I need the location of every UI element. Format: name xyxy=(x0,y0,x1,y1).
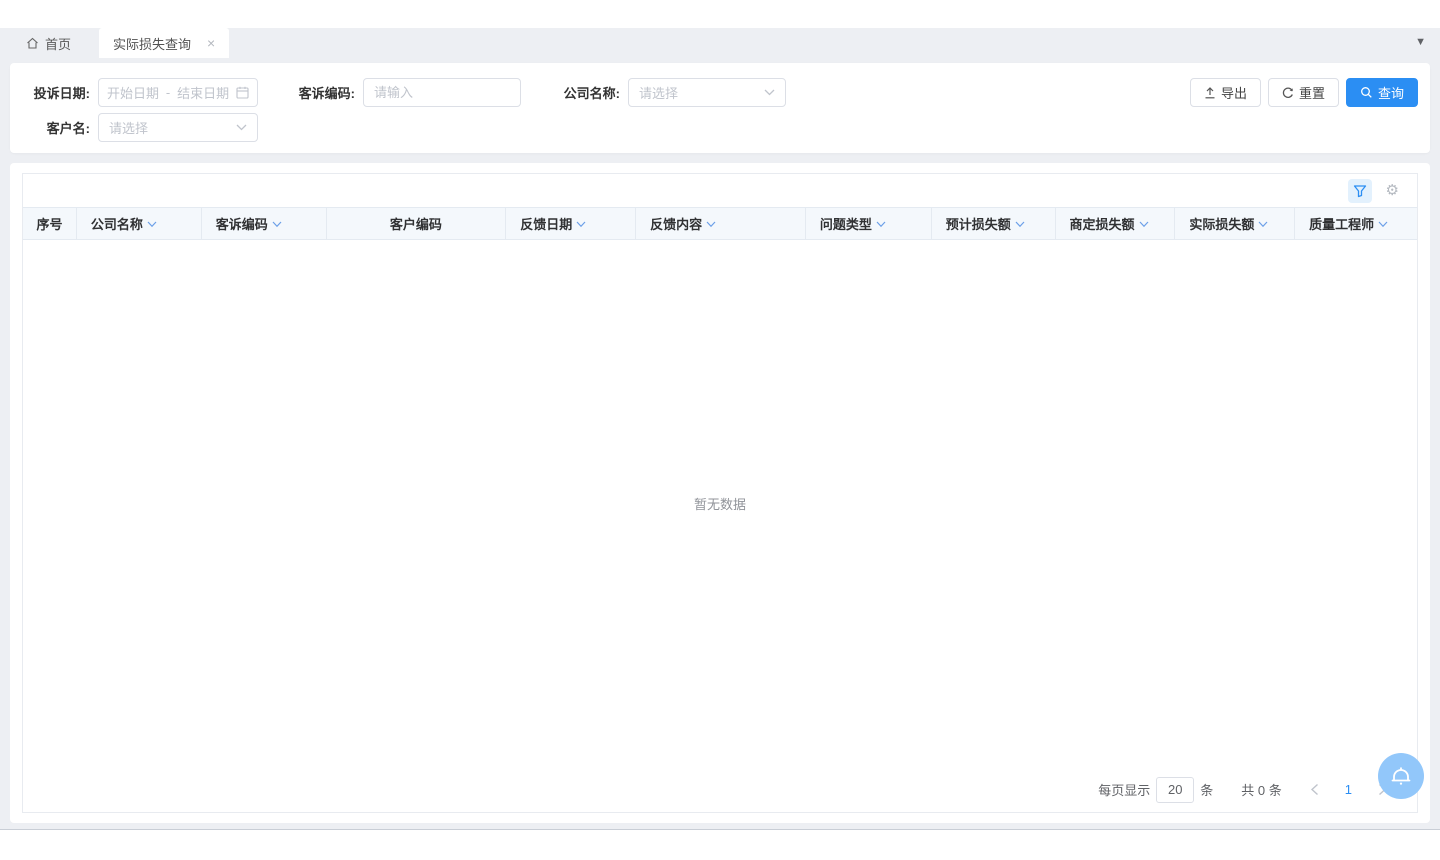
date-end-placeholder: 结束日期 xyxy=(177,83,229,102)
column-header-complaint-code[interactable]: 客诉编码 xyxy=(202,208,327,239)
customer-name-select[interactable]: 请选择 xyxy=(98,113,258,142)
search-icon xyxy=(1360,86,1373,99)
sort-caret-icon[interactable] xyxy=(272,221,282,228)
notification-bell-button[interactable] xyxy=(1378,753,1424,799)
column-header-problem-type[interactable]: 问题类型 xyxy=(806,208,932,239)
top-spacer xyxy=(0,0,1440,28)
table-container: ⚙ 序号 公司名称 客诉编码 客户编码 反馈日期 反馈内容 问题类型 预计损失额… xyxy=(22,173,1418,813)
column-header-actual-loss[interactable]: 实际损失额 xyxy=(1175,208,1295,239)
pagination-bar: 每页显示 条 共 0 条 1 xyxy=(23,767,1417,812)
gear-icon[interactable]: ⚙ xyxy=(1386,183,1399,198)
sort-caret-icon[interactable] xyxy=(576,221,586,228)
complaint-date-range-input[interactable]: 开始日期 - 结束日期 xyxy=(98,78,258,107)
customer-name-label: 客户名: xyxy=(10,118,98,137)
tab-home-label: 首页 xyxy=(45,34,71,53)
table-body: 暂无数据 xyxy=(23,240,1417,767)
total-count-text: 共 0 条 xyxy=(1241,780,1281,799)
query-button-label: 查询 xyxy=(1378,83,1404,102)
column-header-estimated-loss[interactable]: 预计损失额 xyxy=(932,208,1056,239)
column-header-customer-code: 客户编码 xyxy=(327,208,507,239)
table-header-row: 序号 公司名称 客诉编码 客户编码 反馈日期 反馈内容 问题类型 预计损失额 商… xyxy=(23,207,1417,240)
column-header-quality-engineer[interactable]: 质量工程师 xyxy=(1295,208,1417,239)
reset-button-label: 重置 xyxy=(1299,83,1325,102)
chevron-down-icon xyxy=(764,89,775,96)
export-button[interactable]: 导出 xyxy=(1190,78,1261,107)
sort-caret-icon[interactable] xyxy=(706,221,716,228)
tab-home[interactable]: 首页 xyxy=(10,28,87,58)
company-name-label: 公司名称: xyxy=(521,83,628,102)
sort-caret-icon[interactable] xyxy=(1139,221,1149,228)
column-header-company[interactable]: 公司名称 xyxy=(77,208,202,239)
sort-caret-icon[interactable] xyxy=(1378,221,1388,228)
table-toolbar: ⚙ xyxy=(23,174,1417,207)
empty-state-text: 暂无数据 xyxy=(694,494,746,513)
tab-actual-loss-query[interactable]: 实际损失查询 × xyxy=(99,28,229,58)
company-name-select[interactable]: 请选择 xyxy=(628,78,786,107)
sort-caret-icon[interactable] xyxy=(1258,221,1268,228)
per-page-prefix: 每页显示 xyxy=(1098,780,1150,799)
filter-icon[interactable] xyxy=(1348,179,1372,203)
date-separator: - xyxy=(166,85,170,100)
per-page-suffix: 条 xyxy=(1200,780,1213,799)
close-icon[interactable]: × xyxy=(207,35,215,51)
sort-caret-icon[interactable] xyxy=(147,221,157,228)
export-button-label: 导出 xyxy=(1221,83,1247,102)
column-header-seq: 序号 xyxy=(23,208,77,239)
tab-list-chevron-icon[interactable]: ▼ xyxy=(1415,36,1426,48)
home-icon xyxy=(26,37,39,50)
calendar-icon xyxy=(236,86,249,99)
column-header-feedback-date[interactable]: 反馈日期 xyxy=(506,208,636,239)
per-page-input[interactable] xyxy=(1156,777,1194,803)
prev-page-icon[interactable] xyxy=(1310,783,1319,796)
date-start-placeholder: 开始日期 xyxy=(107,83,159,102)
tab-bar: 首页 实际损失查询 × ▼ xyxy=(0,28,1440,58)
page-number[interactable]: 1 xyxy=(1345,782,1352,797)
tab-active-label: 实际损失查询 xyxy=(113,34,191,53)
chevron-down-icon xyxy=(236,124,247,131)
filter-panel: 投诉日期: 开始日期 - 结束日期 客诉编码: 公司名称: 请选择 xyxy=(10,63,1430,153)
results-panel: ⚙ 序号 公司名称 客诉编码 客户编码 反馈日期 反馈内容 问题类型 预计损失额… xyxy=(10,163,1430,823)
customer-name-placeholder: 请选择 xyxy=(109,118,148,137)
complaint-date-label: 投诉日期: xyxy=(10,83,98,102)
refresh-icon xyxy=(1282,87,1294,99)
reset-button[interactable]: 重置 xyxy=(1268,78,1339,107)
company-name-placeholder: 请选择 xyxy=(639,83,678,102)
complaint-code-label: 客诉编码: xyxy=(258,83,363,102)
filter-actions: 导出 重置 查询 xyxy=(1190,78,1418,107)
export-icon xyxy=(1204,87,1216,99)
column-header-agreed-loss[interactable]: 商定损失额 xyxy=(1056,208,1176,239)
sort-caret-icon[interactable] xyxy=(1015,221,1025,228)
complaint-code-input[interactable] xyxy=(363,78,521,107)
sort-caret-icon[interactable] xyxy=(876,221,886,228)
query-button[interactable]: 查询 xyxy=(1346,78,1418,107)
bell-icon xyxy=(1389,764,1413,788)
column-header-feedback-content[interactable]: 反馈内容 xyxy=(636,208,806,239)
app-window: 首页 实际损失查询 × ▼ 投诉日期: 开始日期 - 结束日期 客诉编码: 公司… xyxy=(0,0,1440,830)
